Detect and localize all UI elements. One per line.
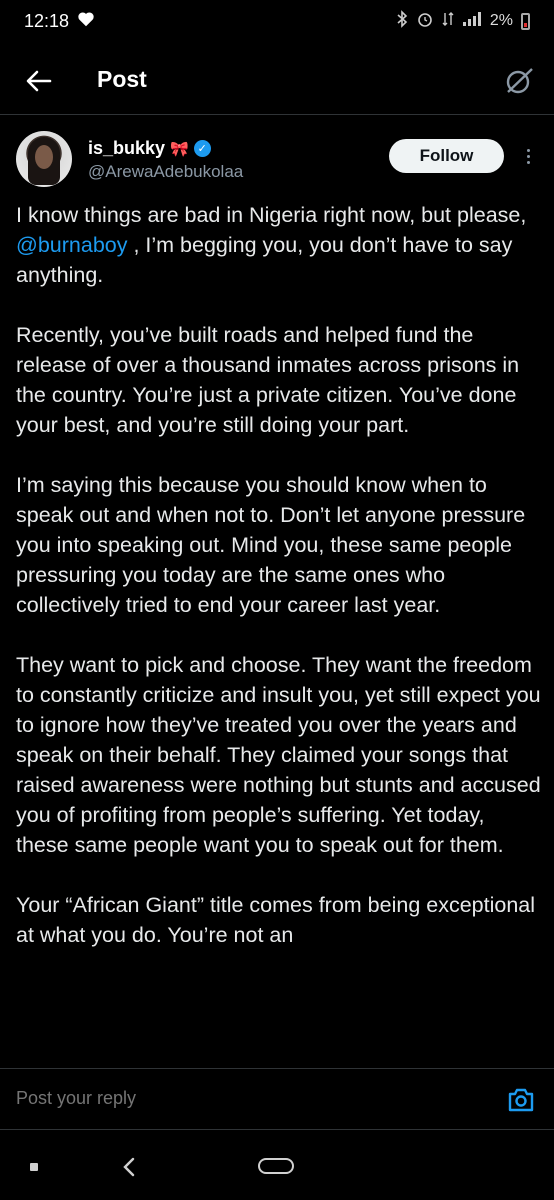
arrow-left-icon <box>26 70 52 92</box>
home-button[interactable] <box>258 1158 294 1174</box>
chevron-left-icon <box>123 1157 135 1177</box>
post-paragraph: I know things are bad in Nigeria right n… <box>16 200 542 290</box>
ribbon-icon: 🎀 <box>170 140 189 158</box>
reply-bar <box>0 1068 554 1130</box>
verified-badge-icon: ✓ <box>193 140 211 157</box>
status-bar: 12:18 2% <box>0 0 554 42</box>
post-text: I know things are bad in Nigeria right n… <box>16 203 527 227</box>
grok-button[interactable] <box>502 64 536 98</box>
author-name-line[interactable]: is_bukky 🎀 ✓ <box>88 138 211 159</box>
camera-icon <box>508 1088 534 1112</box>
camera-button[interactable] <box>507 1087 535 1113</box>
reply-input[interactable] <box>16 1088 456 1109</box>
author-handle[interactable]: @ArewaAdebukolaa <box>88 162 243 182</box>
battery-percent: 2% <box>489 12 513 29</box>
more-dot-icon <box>526 148 530 152</box>
data-signal-icon <box>442 10 454 33</box>
follow-button[interactable]: Follow <box>389 139 504 173</box>
more-options-button[interactable] <box>519 142 537 170</box>
back-button[interactable] <box>22 64 56 98</box>
system-back-button[interactable] <box>120 1156 138 1178</box>
grok-icon <box>506 68 533 94</box>
author-row: is_bukky 🎀 ✓ @ArewaAdebukolaa Follow <box>0 128 554 192</box>
mention-link[interactable]: @burnaboy <box>16 233 127 257</box>
avatar[interactable] <box>16 131 72 187</box>
reply-top-divider <box>0 1068 554 1069</box>
more-dot-icon <box>526 160 530 164</box>
post-paragraph: Recently, you’ve built roads and helped … <box>16 323 520 437</box>
post-paragraph: Your “African Giant” title comes from be… <box>16 893 536 947</box>
post-body: I know things are bad in Nigeria right n… <box>16 200 542 980</box>
bluetooth-icon <box>396 9 408 33</box>
cellular-signal-icon <box>462 11 482 32</box>
post-paragraph: They want to pick and choose. They want … <box>16 653 541 857</box>
system-nav-bar <box>0 1132 554 1200</box>
recent-apps-button[interactable] <box>30 1163 38 1171</box>
battery-icon <box>521 12 530 30</box>
heart-icon <box>77 11 95 32</box>
page-title: Post <box>97 66 147 92</box>
post-paragraph: I’m saying this because you should know … <box>16 473 526 617</box>
status-time: 12:18 <box>24 10 70 31</box>
reply-bottom-divider <box>0 1129 554 1130</box>
top-app-bar: Post <box>0 52 554 110</box>
author-name: is_bukky <box>88 138 166 158</box>
more-dot-icon <box>526 154 530 158</box>
alarm-icon <box>416 10 434 33</box>
header-divider <box>0 114 554 115</box>
